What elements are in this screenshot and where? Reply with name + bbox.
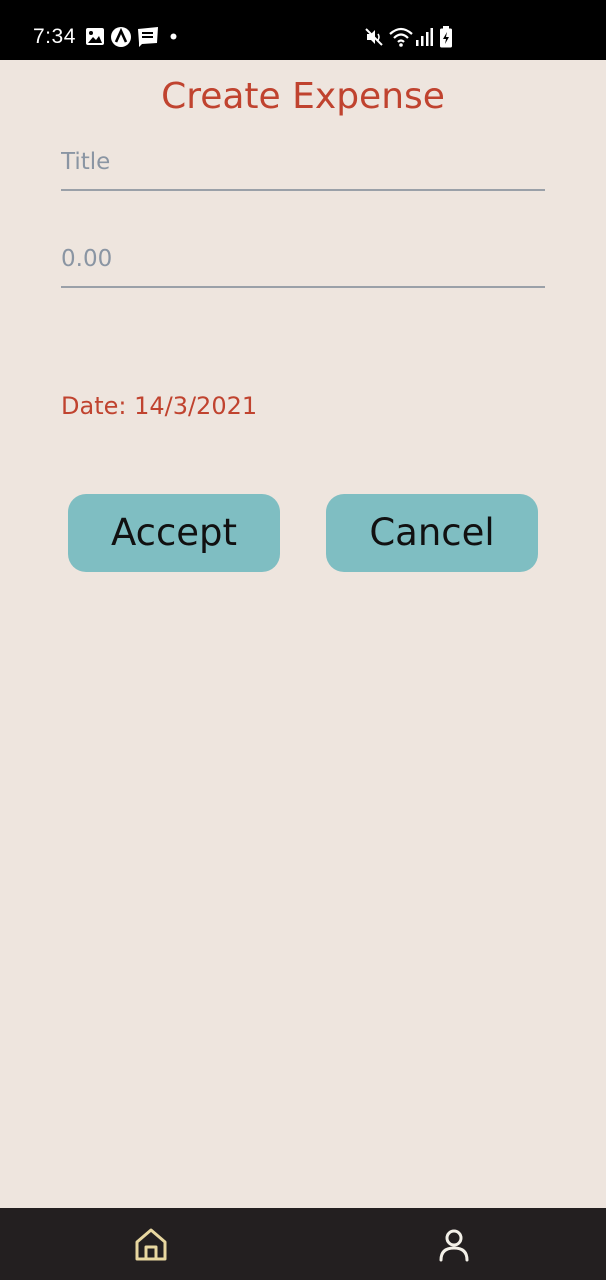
amount-input[interactable]	[61, 236, 545, 282]
webtoon-icon	[138, 27, 158, 47]
battery-charging-icon	[440, 26, 452, 48]
date-label[interactable]: Date: 14/3/2021	[61, 390, 257, 422]
bottom-nav	[0, 1208, 606, 1280]
dot-icon	[170, 33, 177, 40]
wifi-icon	[389, 27, 413, 47]
mute-icon	[365, 28, 383, 46]
title-input[interactable]	[61, 139, 545, 185]
nav-profile[interactable]	[434, 1224, 474, 1264]
amount-field	[61, 236, 545, 288]
cancel-button[interactable]: Cancel	[326, 494, 538, 572]
profile-icon	[439, 1229, 469, 1262]
page-title: Create Expense	[161, 76, 445, 117]
status-time: 7:34	[33, 25, 76, 48]
image-icon	[86, 28, 104, 45]
title-field	[61, 139, 545, 191]
status-bar: 7:34	[0, 0, 606, 60]
arc-app-icon	[111, 27, 131, 47]
accept-button[interactable]: Accept	[68, 494, 280, 572]
create-expense-screen: Create Expense Date: 14/3/2021 Accept Ca…	[0, 60, 606, 1208]
nav-home[interactable]	[131, 1224, 171, 1264]
home-icon	[135, 1228, 167, 1261]
signal-icon	[416, 28, 433, 46]
